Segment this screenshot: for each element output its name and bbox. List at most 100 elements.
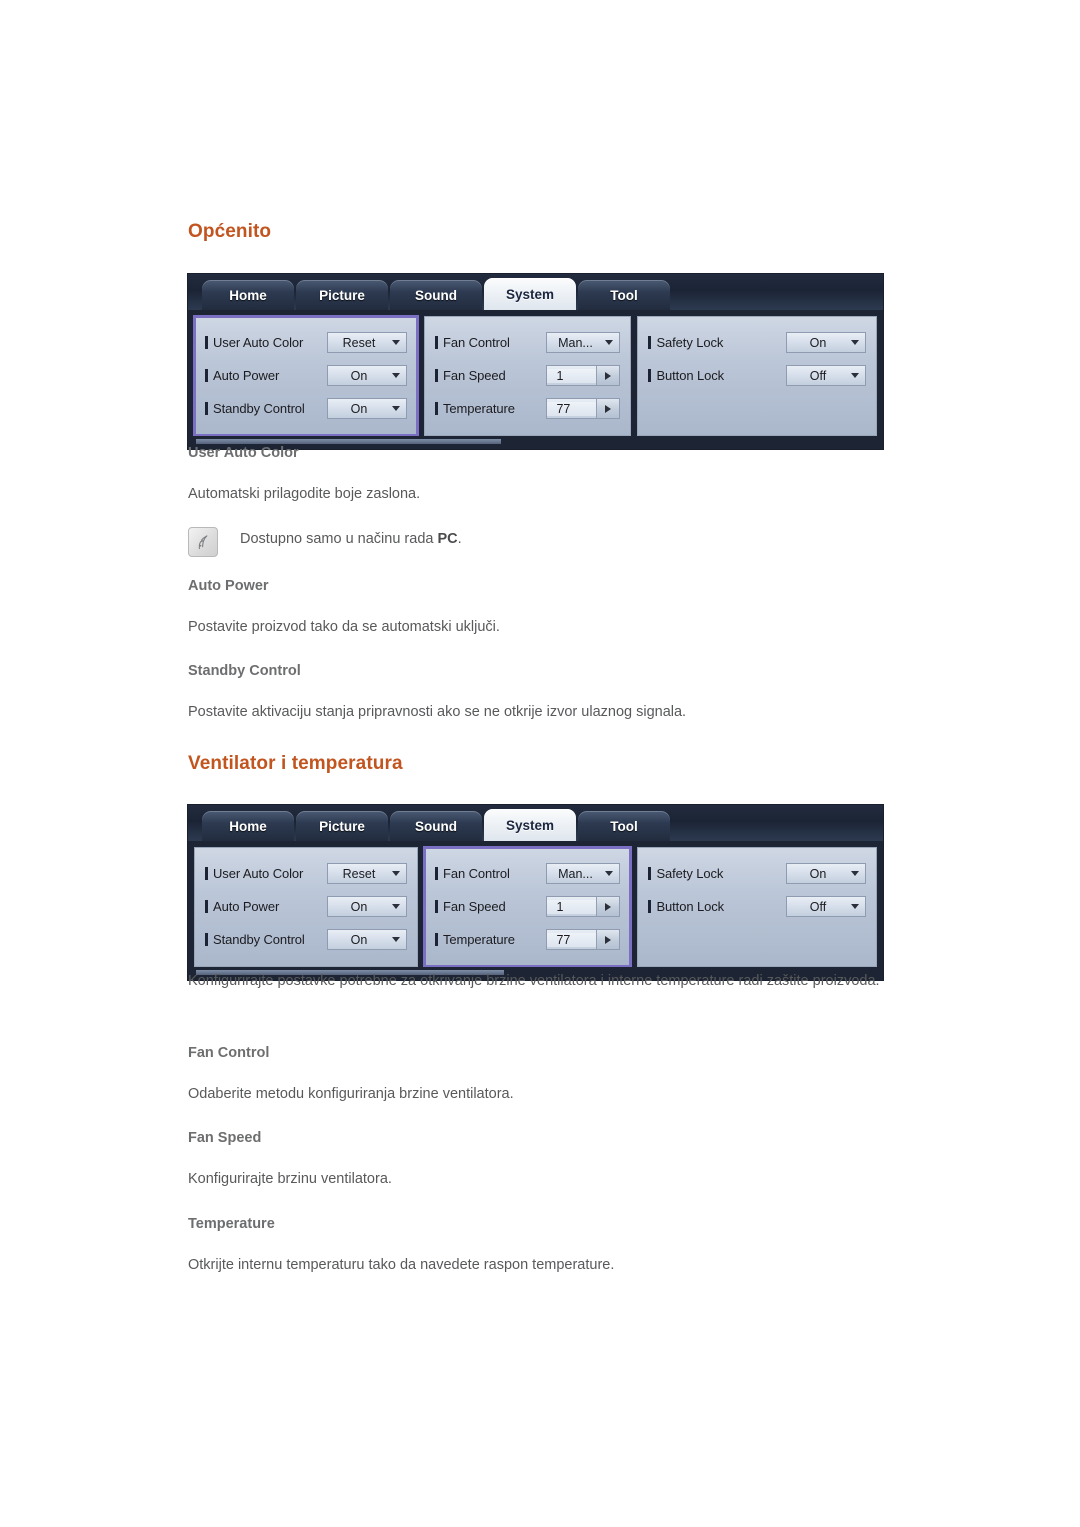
dropdown-fan-control[interactable]: Man... [546,332,621,353]
osd-row-fan-control: Fan Control Man... [434,857,621,890]
dropdown-fan-control[interactable]: Man... [546,863,621,884]
chevron-down-icon [845,373,865,378]
bullet-icon [205,402,208,415]
stepper-value: 1 [547,899,597,914]
osd-panel-fan: Fan Control Man... Fan Speed 1 Temperatu… [422,846,633,968]
osd-tab-label: Sound [415,818,457,834]
chevron-down-icon [386,904,406,909]
dropdown-auto-power[interactable]: On [326,896,407,917]
dropdown-value: On [350,401,368,416]
osd-tab-picture[interactable]: Picture [296,811,388,841]
dropdown-value: On [350,899,368,914]
bullet-icon [205,900,208,913]
osd-panel-general: User Auto Color Reset Auto Power On Stan… [193,315,419,437]
section-heading-opcenito: Općenito [188,221,272,242]
bullet-icon [205,336,208,349]
dropdown-value: On [809,866,827,881]
dropdown-value: Reset [342,866,376,881]
dropdown-safety-lock[interactable]: On [786,332,866,353]
osd-tab-tool[interactable]: Tool [578,811,670,841]
osd-label-text: Fan Speed [442,368,506,383]
osd-scrollbar[interactable] [196,439,501,444]
chevron-down-icon [386,373,406,378]
dropdown-standby-control[interactable]: On [326,929,407,950]
chevron-down-icon [386,937,406,942]
osd-label-text: Fan Control [442,866,510,881]
osd-row-standby-control: Standby Control On [205,392,407,425]
osd-row-empty [648,392,866,425]
dropdown-safety-lock[interactable]: On [786,863,866,884]
caret-right-icon[interactable] [596,897,620,916]
dropdown-user-auto-color[interactable]: Reset [326,332,407,353]
osd-row-user-auto-color: User Auto Color Reset [205,857,407,890]
note-text-bold: PC [437,531,458,547]
osd-tab-sound[interactable]: Sound [390,280,482,310]
osd-tab-home[interactable]: Home [202,280,294,310]
osd-row-label: Temperature [434,932,515,947]
osd-tab-sound[interactable]: Sound [390,811,482,841]
dropdown-value: Man... [558,866,593,881]
osd-tabbar: Home Picture Sound System Tool [188,274,883,310]
osd-label-text: Button Lock [656,368,725,383]
osd-row-safety-lock: Safety Lock On [648,326,866,359]
body-text-fan-speed: Konfigurirajte brzinu ventilatora. [188,1171,392,1187]
osd-row-button-lock: Button Lock Off [648,890,866,923]
dropdown-value: Man... [558,335,593,350]
chevron-down-icon [386,871,406,876]
dropdown-user-auto-color[interactable]: Reset [326,863,407,884]
osd-tab-system[interactable]: System [484,809,576,841]
stepper-fan-speed[interactable]: 1 [546,896,621,917]
stepper-temperature[interactable]: 77 [546,398,621,419]
dropdown-button-lock[interactable]: Off [786,365,866,386]
osd-row-fan-control: Fan Control Man... [434,326,621,359]
osd-label-text: Temperature [442,932,515,947]
body-text-standby-control: Postavite aktivaciju stanja pripravnosti… [188,704,687,720]
osd-label-text: Button Lock [656,899,725,914]
osd-screenshot-general: Home Picture Sound System Tool User Auto… [188,274,883,449]
osd-tab-picture[interactable]: Picture [296,280,388,310]
sub-heading-temperature: Temperature [188,1216,275,1232]
chevron-down-icon [845,340,865,345]
note-text-before: Dostupno samo u načinu rada [240,531,438,547]
dropdown-auto-power[interactable]: On [326,365,407,386]
bullet-icon [434,336,438,349]
osd-row-safety-lock: Safety Lock On [648,857,866,890]
bullet-icon [434,402,438,415]
caret-right-icon[interactable] [596,366,620,385]
bullet-icon [434,933,438,946]
osd-row-label: Temperature [434,401,515,416]
chevron-down-icon [599,340,619,345]
sub-heading-auto-power: Auto Power [188,578,269,594]
osd-row-empty [648,923,866,956]
osd-row-label: Auto Power [205,899,279,914]
dropdown-value: On [350,368,368,383]
note-block-pc-only: Dostupno samo u načinu rada PC. [188,527,462,557]
osd-row-temperature: Temperature 77 [434,923,621,956]
osd-tab-home[interactable]: Home [202,811,294,841]
osd-tab-tool[interactable]: Tool [578,280,670,310]
osd-label-text: Standby Control [213,932,305,947]
caret-right-icon[interactable] [596,399,620,418]
stepper-fan-speed[interactable]: 1 [546,365,621,386]
osd-row-fan-speed: Fan Speed 1 [434,359,621,392]
osd-label-text: Fan Speed [442,899,506,914]
osd-body: User Auto Color Reset Auto Power On Stan… [188,841,883,968]
osd-tab-label: System [505,817,555,833]
caret-right-icon[interactable] [596,930,620,949]
dropdown-value: Reset [342,335,376,350]
dropdown-standby-control[interactable]: On [326,398,407,419]
osd-tab-system[interactable]: System [484,278,576,310]
osd-panel-general: User Auto Color Reset Auto Power On Stan… [194,847,418,967]
chevron-down-icon [845,904,865,909]
dropdown-button-lock[interactable]: Off [786,896,866,917]
osd-panel-lock: Safety Lock On Button Lock Off [637,847,877,967]
note-text: Dostupno samo u načinu rada PC. [240,531,462,547]
body-text-fan-control: Odaberite metodu konfiguriranja brzine v… [188,1086,514,1102]
osd-panel-fan: Fan Control Man... Fan Speed 1 Temperatu… [423,316,632,436]
osd-row-standby-control: Standby Control On [205,923,407,956]
osd-label-text: Fan Control [442,335,510,350]
stepper-temperature[interactable]: 77 [546,929,621,950]
osd-label-text: Auto Power [213,899,280,914]
osd-row-label: Fan Control [434,335,510,350]
osd-row-label: Safety Lock [648,866,723,881]
